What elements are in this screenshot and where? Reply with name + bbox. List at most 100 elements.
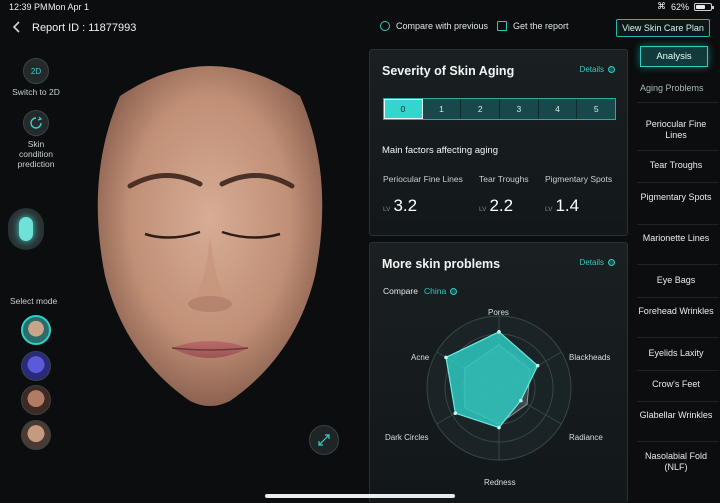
problems-details-link[interactable]: Details [580,258,615,267]
view-skin-care-plan-button[interactable]: View Skin Care Plan [616,19,710,37]
severity-level-5: 5 [577,99,616,119]
nav-divider [637,337,719,338]
radar-point [497,425,501,430]
mode-texture-thumb[interactable] [21,420,51,450]
nav-divider [637,150,719,151]
radar-point [535,363,540,368]
nav-item-nasolabial-fold[interactable]: Nasolabial Fold (NLF) [637,451,715,473]
factor-value: LV 2.2 [479,196,513,216]
home-indicator[interactable] [265,494,455,498]
radar-point [444,355,448,360]
nav-item-eyelids-laxity[interactable]: Eyelids Laxity [637,348,715,359]
prediction-icon [23,110,49,136]
radar-point [519,398,523,403]
get-report-button[interactable]: Get the report [497,21,569,31]
nav-divider [637,370,719,371]
nav-divider [637,264,719,265]
skin-prediction-button[interactable]: Skin condition prediction [6,110,66,169]
factors-title: Main factors affecting aging [382,145,499,156]
battery-percent: 62% [670,1,689,12]
severity-level-4: 4 [538,99,578,119]
radar-label-pores: Pores [488,308,509,317]
severity-panel: Severity of Skin Aging Details 0 1 2 3 4… [369,49,628,236]
severity-level-0: 0 [384,99,423,119]
problems-details-label: Details [579,258,604,267]
wifi-icon: ⌘ [656,1,666,11]
battery-icon [694,2,714,11]
nav-divider [637,182,719,183]
nav-item-forehead-wrinkles[interactable]: Forehead Wrinkles [637,306,715,317]
right-nav: Analysis Aging Problems Periocular Fine … [637,46,720,503]
radar-point [497,330,501,334]
factor-name: Pigmentary Spots [545,174,613,184]
severity-level-3: 3 [500,99,539,119]
document-icon [497,21,507,31]
nav-item-tear-troughs[interactable]: Tear Troughs [637,160,715,171]
nav-item-periocular-fine-lines[interactable]: Periocular Fine Lines [637,119,715,141]
status-time: 12:39 PM [9,2,48,12]
nav-divider [637,401,719,402]
severity-level-1: 1 [422,99,462,119]
header: Report ID : 11877993 Compare with previo… [0,16,720,42]
severity-details-label: Details [579,65,604,74]
expand-icon [318,434,330,446]
status-date: Mon Apr 1 [48,2,90,12]
mode-polarized-thumb[interactable] [21,385,51,415]
radar-label-blackheads: Blackheads [569,353,611,362]
factor-number: 3.2 [393,196,418,215]
radar-label-radiance: Radiance [569,433,603,442]
switch-2d-label: Switch to 2D [12,87,60,97]
radar-label-redness: Redness [484,478,516,487]
factor-name: Periocular Fine Lines [383,174,463,184]
factor-value: LV 1.4 [545,196,579,216]
status-bar: 12:39 PM Mon Apr 1 ⌘ 62% [0,0,720,14]
factor-number: 1.4 [555,196,580,215]
back-button[interactable] [12,20,28,36]
tab-analysis[interactable]: Analysis [640,46,708,67]
mode-normal-thumb[interactable] [21,315,51,345]
chevron-left-icon [12,21,20,33]
switch-2d-button[interactable]: 2D Switch to 2D [6,58,66,97]
radar-label-dark-circles: Dark Circles [385,433,429,442]
aging-problems-heading: Aging Problems [640,83,704,93]
severity-scale: 0 1 2 3 4 5 [383,98,616,120]
factor-value: LV 3.2 [383,196,417,216]
toggle-knob-icon [19,217,33,241]
compare-previous-button[interactable]: Compare with previous [380,21,488,31]
factor-lv: LV [545,206,553,213]
report-id: Report ID : 11877993 [32,22,137,34]
radar-point [453,411,458,415]
skin-problems-title: More skin problems [382,257,501,271]
chevron-right-icon [608,259,615,266]
switch-2d-icon: 2D [23,58,49,84]
get-report-label: Get the report [513,21,569,31]
chevron-right-icon [608,66,615,73]
nav-divider [637,441,719,442]
mode-uv-thumb[interactable] [21,351,51,381]
select-mode-label: Select mode [10,296,58,306]
skin-problems-panel: More skin problems Details Compare China… [369,242,628,503]
nav-item-eye-bags[interactable]: Eye Bags [637,275,715,286]
nav-divider [637,102,719,103]
factor-lv: LV [479,206,487,213]
factor-lv: LV [383,206,391,213]
face-3d-model[interactable] [60,56,360,426]
nav-item-marionette-lines[interactable]: Marionette Lines [637,233,715,244]
factor-name: Tear Troughs [479,174,529,184]
view-toggle[interactable] [8,208,44,250]
nav-item-glabellar-wrinkles[interactable]: Glabellar Wrinkles [637,410,715,421]
factor-number: 2.2 [489,196,514,215]
prediction-label: Skin condition prediction [17,139,55,169]
nav-item-pigmentary-spots[interactable]: Pigmentary Spots [637,192,715,203]
nav-item-crows-feet[interactable]: Crow's Feet [637,379,715,390]
expand-button[interactable] [309,425,339,455]
severity-level-2: 2 [461,99,501,119]
severity-title: Severity of Skin Aging [382,64,515,78]
nav-divider [637,297,719,298]
radar-label-acne: Acne [411,353,430,362]
status-right: ⌘ 62% [656,1,714,12]
severity-details-link[interactable]: Details [580,65,615,74]
compare-previous-label: Compare with previous [396,21,489,31]
nav-divider [637,224,719,225]
compare-icon [380,21,390,31]
